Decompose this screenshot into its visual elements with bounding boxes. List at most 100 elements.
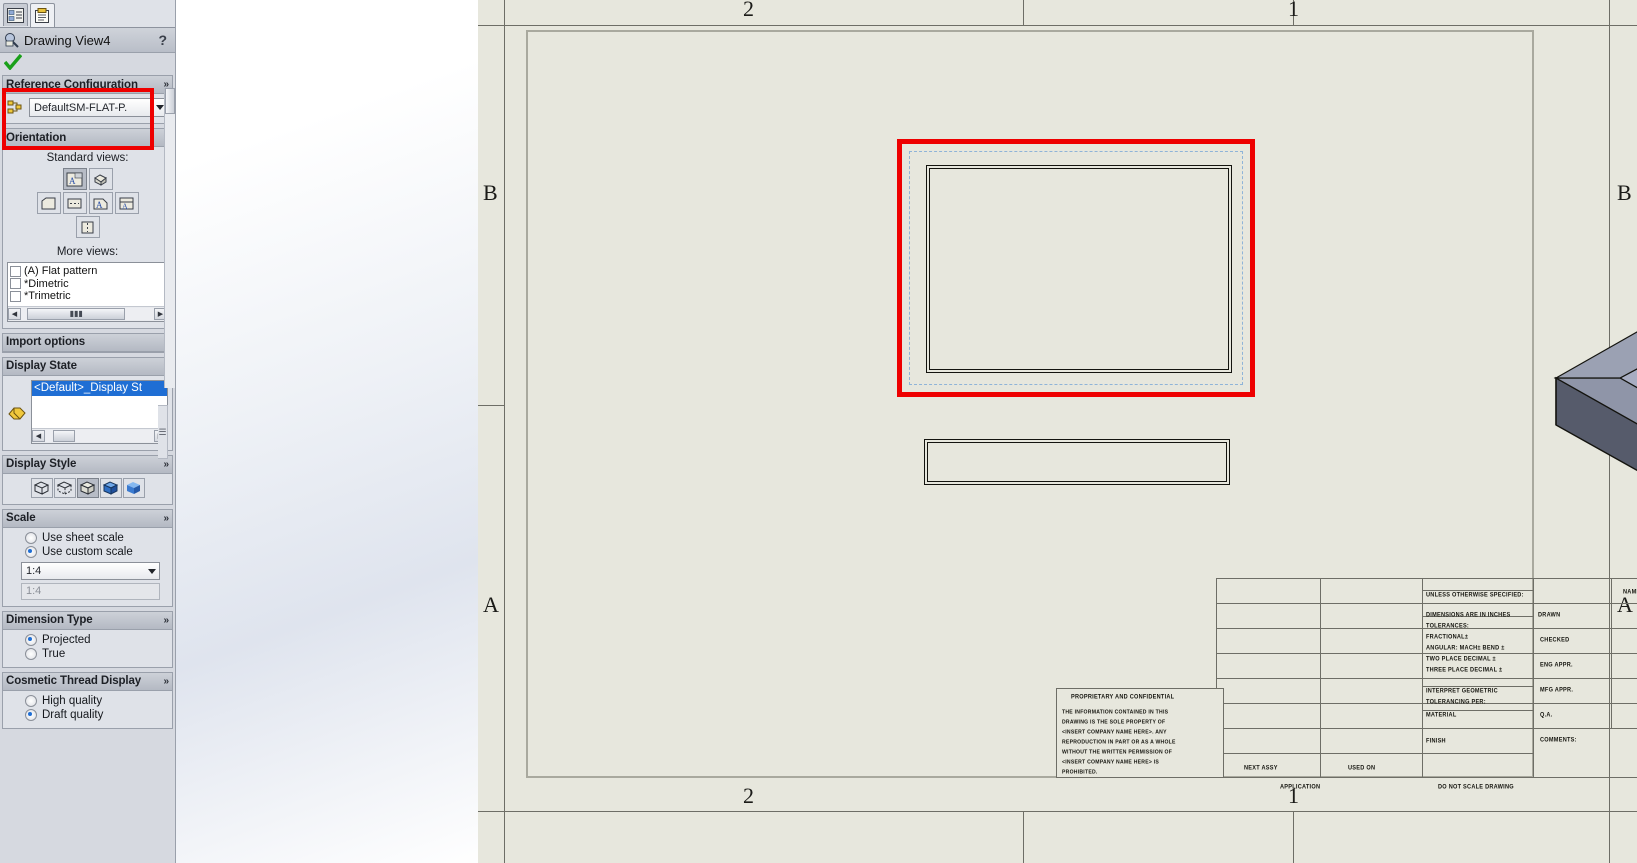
- tolerance-line-4: TWO PLACE DECIMAL ±: [1426, 656, 1496, 663]
- property-manager-panel[interactable]: Drawing View4 ? Reference Configuration …: [0, 0, 176, 863]
- proprietary-line-4: WITHOUT THE WRITTEN PERMISSION OF: [1062, 749, 1173, 756]
- scroll-track[interactable]: [45, 429, 154, 442]
- radio-button[interactable]: [25, 531, 37, 544]
- radio-button[interactable]: [25, 694, 37, 707]
- radio-button[interactable]: [25, 647, 37, 660]
- section-title: Scale: [6, 512, 36, 524]
- view-button-left[interactable]: [36, 192, 61, 214]
- scroll-thumb[interactable]: [53, 429, 75, 442]
- standard-views-label: Standard views:: [46, 152, 129, 164]
- list-item[interactable]: *Trimetric: [8, 290, 167, 303]
- section-header-import-options[interactable]: Import options »: [3, 333, 172, 352]
- view-button-isometric[interactable]: [88, 168, 113, 190]
- feature-manager-tab[interactable]: [3, 3, 28, 26]
- flat-pattern-inner-bend-line: [929, 168, 1229, 370]
- chevron-up-icon[interactable]: »: [163, 615, 169, 626]
- horizontal-scrollbar[interactable]: ◀ ▶: [32, 427, 167, 443]
- radio-draft-quality[interactable]: Draft quality: [7, 708, 168, 722]
- title-block[interactable]: UNLESS OTHERWISE SPECIFIED: DIMENSIONS A…: [1048, 578, 1637, 791]
- custom-scale-dropdown[interactable]: 1:4: [21, 561, 160, 580]
- page-title: Drawing View4: [24, 32, 111, 48]
- section-scale[interactable]: Scale » Use sheet scale Use custom scale…: [2, 508, 173, 607]
- view-button-top[interactable]: [75, 216, 100, 238]
- list-item-label: *Trimetric: [24, 290, 71, 303]
- more-views-list[interactable]: (A) Flat pattern *Dimetric *Trimetric ◀ …: [7, 262, 168, 322]
- scroll-thumb[interactable]: ▮▮▮: [27, 307, 126, 320]
- checkbox[interactable]: [10, 278, 21, 290]
- scroll-left-arrow[interactable]: ◀: [32, 429, 45, 442]
- display-style-shaded-with-edges[interactable]: [99, 477, 122, 498]
- drawing-view-isometric-model[interactable]: [1548, 270, 1637, 540]
- tolerance-line-1: TOLERANCES:: [1426, 623, 1470, 630]
- display-style-hidden-lines-removed[interactable]: [76, 477, 99, 498]
- radio-high-quality[interactable]: High quality: [7, 694, 168, 708]
- view-button-bottom[interactable]: A: [114, 192, 139, 214]
- chevron-down-icon[interactable]: [156, 105, 164, 110]
- scroll-track[interactable]: ▮▮▮: [21, 307, 154, 320]
- view-button-front[interactable]: A: [62, 168, 87, 190]
- checkbox[interactable]: [10, 265, 21, 277]
- display-style-shaded[interactable]: [122, 477, 145, 498]
- ok-check-icon[interactable]: [3, 53, 23, 75]
- list-item[interactable]: (A) Flat pattern: [8, 265, 167, 278]
- section-reference-configuration[interactable]: Reference Configuration » DefaultSM-FLAT…: [2, 75, 173, 124]
- help-icon[interactable]: ?: [158, 32, 171, 48]
- scroll-thumb[interactable]: [165, 88, 175, 114]
- radio-true[interactable]: True: [7, 647, 168, 661]
- section-header-reference-configuration[interactable]: Reference Configuration »: [3, 76, 172, 94]
- panel-splitter-grip[interactable]: ☰: [158, 405, 168, 459]
- section-display-style[interactable]: Display Style »: [2, 454, 173, 505]
- section-header-scale[interactable]: Scale »: [3, 509, 172, 528]
- drawing-sheet[interactable]: 2 1 2 1 B A B A UNLESS OTHERWISE SPECIFI…: [478, 0, 1637, 863]
- checkbox[interactable]: [10, 290, 21, 302]
- section-header-display-style[interactable]: Display Style »: [3, 455, 172, 474]
- radio-button[interactable]: [25, 633, 37, 646]
- section-import-options[interactable]: Import options »: [2, 332, 173, 353]
- approval-row-checked: CHECKED: [1540, 637, 1570, 644]
- section-cosmetic-thread-display[interactable]: Cosmetic Thread Display » High quality D…: [2, 671, 173, 729]
- section-orientation[interactable]: Orientation » Standard views: A: [2, 128, 173, 329]
- view-button-right[interactable]: A: [88, 192, 113, 214]
- approval-row-eng-appr: ENG APPR.: [1540, 662, 1573, 669]
- application-label: APPLICATION: [1280, 784, 1321, 791]
- display-style-wireframe[interactable]: [30, 477, 53, 498]
- section-dimension-type[interactable]: Dimension Type » Projected True: [2, 610, 173, 668]
- display-state-selected-item[interactable]: <Default>_Display St: [32, 380, 167, 396]
- radio-button[interactable]: [25, 708, 37, 721]
- section-title: Display State: [6, 360, 77, 372]
- custom-scale-value: 1:4: [26, 564, 42, 577]
- radio-use-custom-scale[interactable]: Use custom scale: [7, 545, 168, 559]
- display-state-list[interactable]: <Default>_Display St ◀ ▶: [31, 379, 168, 444]
- radio-use-sheet-scale[interactable]: Use sheet scale: [7, 531, 168, 545]
- display-style-hidden-lines-visible[interactable]: [53, 477, 76, 498]
- section-header-dimension-type[interactable]: Dimension Type »: [3, 611, 172, 630]
- panel-tab-strip[interactable]: [0, 0, 175, 28]
- section-header-orientation[interactable]: Orientation »: [3, 129, 172, 147]
- chevron-down-icon[interactable]: [148, 568, 156, 574]
- property-manager-tab[interactable]: [30, 3, 55, 27]
- zone-label-top-1: 1: [1288, 0, 1299, 21]
- section-header-cosmetic-thread-display[interactable]: Cosmetic Thread Display »: [3, 672, 172, 691]
- section-title: Import options: [6, 336, 86, 348]
- confirm-bar: [0, 53, 175, 75]
- view-button-section[interactable]: [62, 192, 87, 214]
- do-not-scale-label: DO NOT SCALE DRAWING: [1438, 784, 1514, 791]
- property-manager-header: Drawing View4 ?: [0, 28, 175, 53]
- custom-scale-text-field[interactable]: 1:4: [21, 582, 160, 600]
- section-header-display-state[interactable]: Display State »: [3, 357, 172, 376]
- drawing-view-flat-pattern-selected[interactable]: [897, 139, 1255, 397]
- scroll-left-arrow[interactable]: ◀: [8, 307, 21, 320]
- graphics-area[interactable]: 2 1 2 1 B A B A UNLESS OTHERWISE SPECIFI…: [176, 0, 1637, 863]
- section-display-state[interactable]: Display State » <Default>_Display St: [2, 356, 173, 451]
- reference-configuration-dropdown[interactable]: DefaultSM-FLAT-P.: [29, 98, 168, 117]
- horizontal-scrollbar[interactable]: ◀ ▮▮▮ ▶: [8, 305, 167, 321]
- chevron-up-icon[interactable]: »: [163, 676, 169, 687]
- radio-projected[interactable]: Projected: [7, 633, 168, 647]
- panel-vertical-scrollbar[interactable]: [164, 88, 175, 388]
- chevron-up-icon[interactable]: »: [163, 459, 169, 470]
- chevron-up-icon[interactable]: »: [163, 513, 169, 524]
- reference-configuration-value: DefaultSM-FLAT-P.: [34, 101, 128, 114]
- list-item[interactable]: *Dimetric: [8, 278, 167, 291]
- section-title: Dimension Type: [6, 614, 93, 626]
- radio-button[interactable]: [25, 545, 37, 558]
